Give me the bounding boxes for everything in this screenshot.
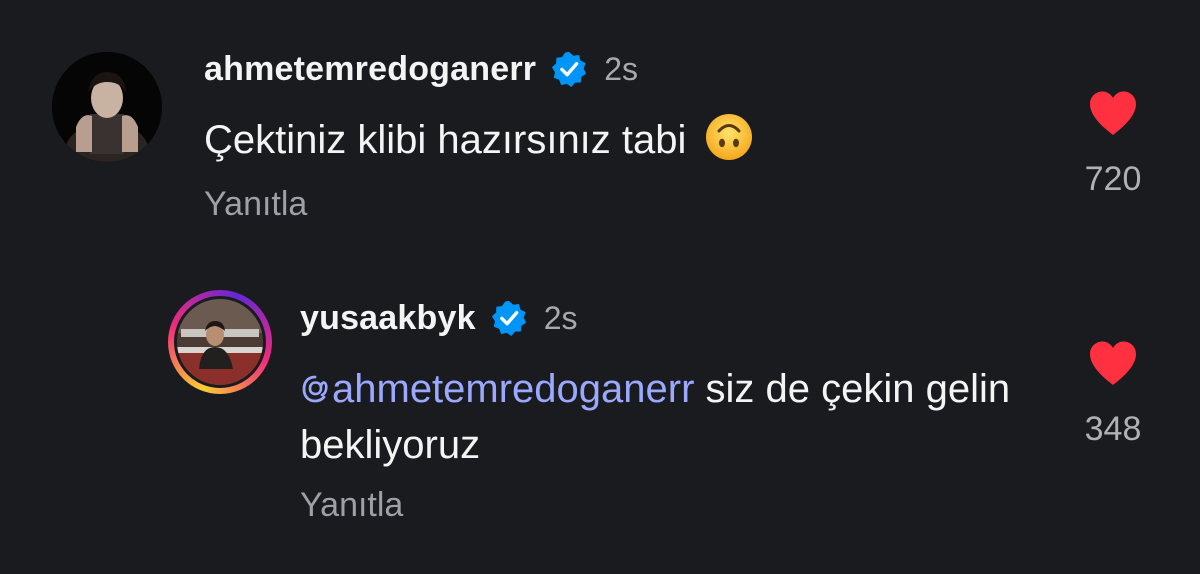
verified-badge-icon — [552, 51, 587, 88]
avatar — [174, 296, 266, 388]
story-ring[interactable] — [168, 290, 272, 394]
comment-header: ahmetemredoganerr 2s — [204, 46, 638, 92]
comment-text: ahmetemredoganerr siz de çekin gelin bek… — [300, 361, 1060, 473]
comment-header: yusaakbyk 2s — [300, 295, 578, 341]
avatar[interactable] — [52, 52, 162, 162]
avatar-image — [52, 52, 162, 162]
reply-button[interactable]: Yanıtla — [204, 185, 307, 224]
comment: ahmetemredoganerr 2s Çektiniz klibi hazı… — [0, 0, 1200, 260]
username[interactable]: ahmetemredoganerr — [204, 50, 536, 89]
heart-icon[interactable] — [1087, 340, 1139, 386]
username[interactable]: yusaakbyk — [300, 299, 476, 338]
timestamp: 2s — [543, 299, 578, 336]
comment-text: Çektiniz klibi hazırsınız tabi — [204, 112, 1004, 168]
comment-text-content: Çektiniz klibi hazırsınız tabi — [204, 118, 687, 162]
avatar-image — [177, 299, 263, 385]
upside-down-face-emoji — [705, 114, 752, 160]
timestamp: 2s — [604, 50, 638, 87]
reply-comment: yusaakbyk 2s ahmetemredoganerr siz de çe… — [0, 260, 1200, 574]
mention-username: ahmetemredoganerr — [332, 367, 695, 411]
reply-button[interactable]: Yanıtla — [300, 486, 403, 525]
like-control: 720 — [1053, 90, 1173, 199]
verified-badge-icon — [491, 300, 526, 337]
like-count: 348 — [1084, 410, 1142, 448]
mention-link[interactable]: ahmetemredoganerr — [300, 367, 694, 411]
like-control: 348 — [1053, 340, 1173, 449]
heart-icon[interactable] — [1087, 90, 1139, 136]
threads-icon — [302, 375, 328, 403]
like-count: 720 — [1084, 160, 1142, 198]
